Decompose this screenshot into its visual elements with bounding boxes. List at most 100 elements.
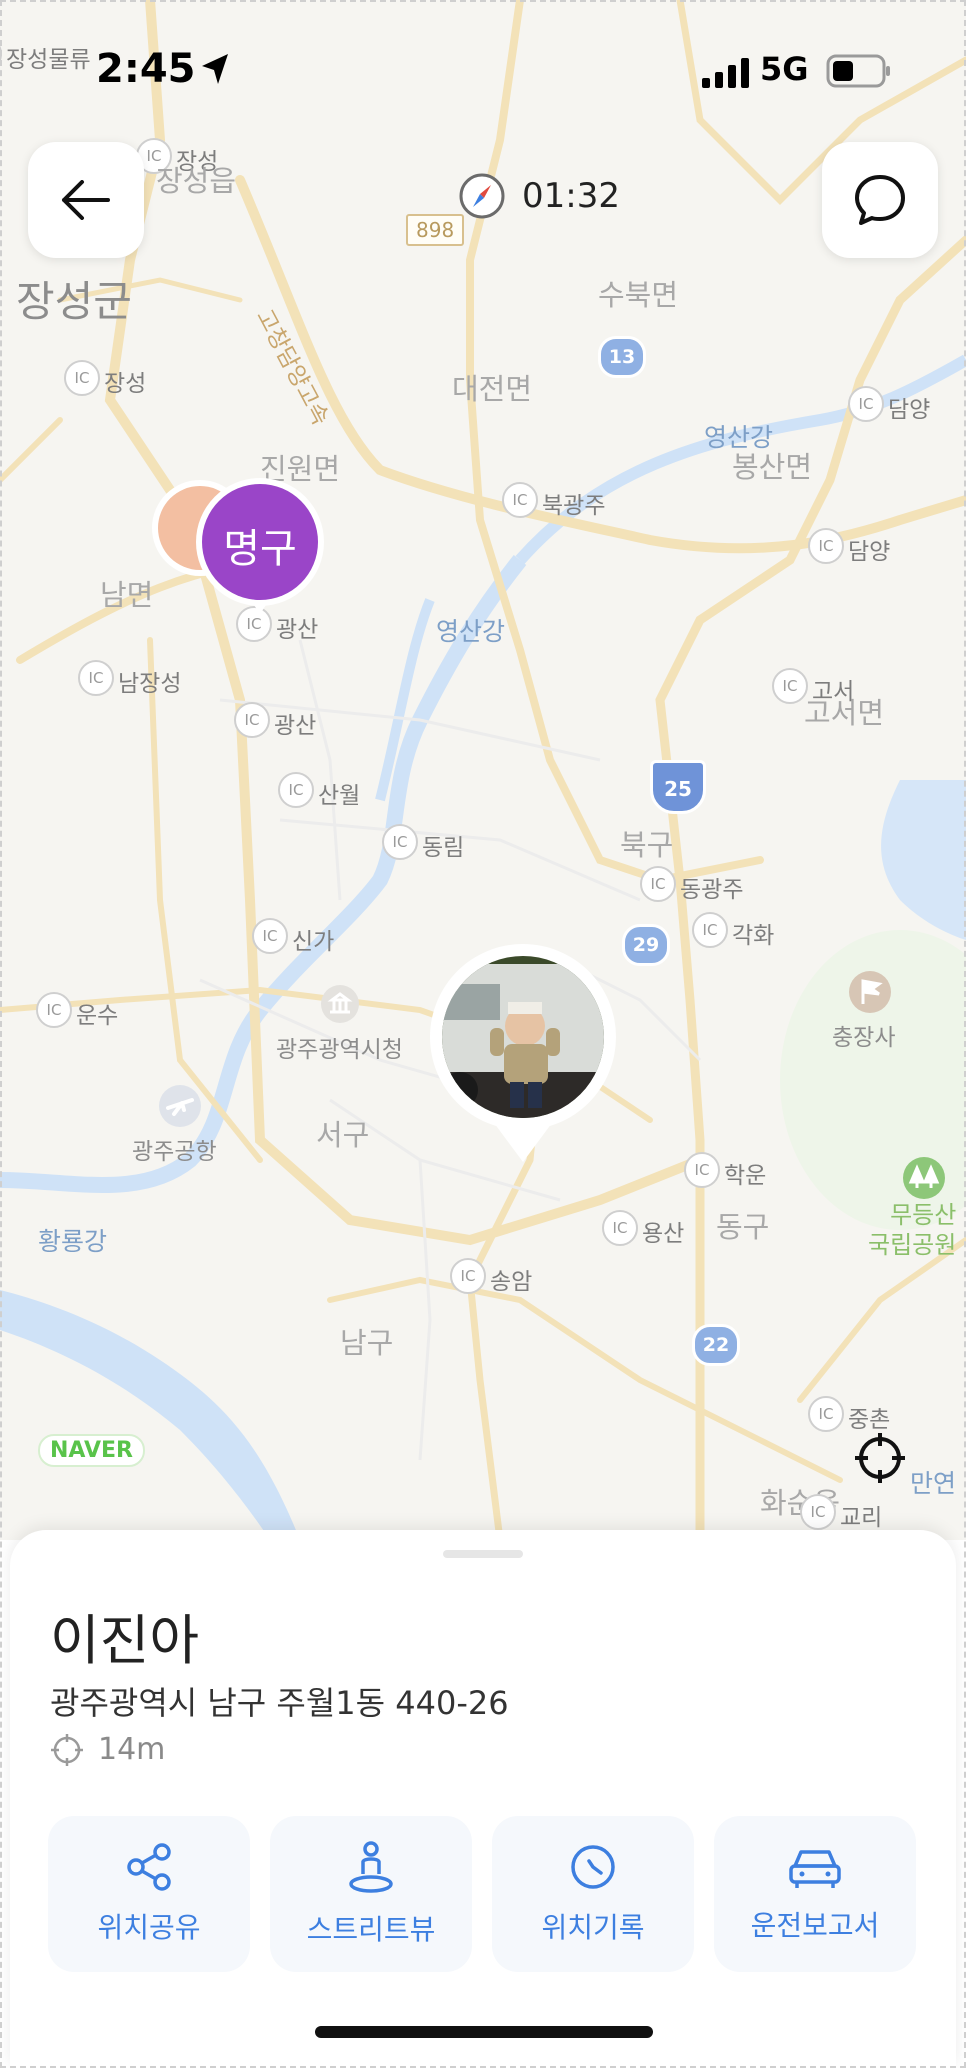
action-buttons: 위치공유 스트리트뷰 위치기록 운전보고서: [48, 1816, 916, 1972]
highway-badge-29: 29: [622, 924, 670, 966]
map-place-label: 충장사: [832, 1025, 896, 1051]
highway-badge-13: 13: [598, 336, 646, 378]
back-button[interactable]: [28, 142, 144, 258]
map-place-label: 북광주: [542, 493, 606, 519]
map-place-label: 송암: [490, 1269, 533, 1295]
interchange-badge: IC: [640, 866, 676, 902]
highway-badge-22: 22: [692, 1324, 740, 1366]
interchange-badge: IC: [684, 1152, 720, 1188]
status-time: 2:45: [96, 46, 196, 92]
map-place-label: 대전면: [452, 372, 533, 406]
map-place-label: 각화: [732, 923, 775, 949]
battery-icon: [826, 54, 890, 88]
map-place-label: 북구: [620, 828, 674, 862]
interchange-badge: IC: [502, 482, 538, 518]
signal-bars-icon: [702, 58, 749, 88]
map-place-label: 광산: [274, 713, 317, 739]
accuracy-value: 14m: [98, 1732, 166, 1767]
recenter-button[interactable]: [850, 1428, 910, 1488]
person-name: 이진아: [50, 1609, 200, 1672]
map-place-label: 영산강: [436, 617, 506, 646]
map-place-label: 봉산면: [732, 450, 813, 484]
driving-report-button[interactable]: 운전보고서: [714, 1816, 916, 1972]
sheet-drag-handle[interactable]: [443, 1550, 523, 1558]
location-history-button[interactable]: 위치기록: [492, 1816, 694, 1972]
interchange-badge: IC: [692, 912, 728, 948]
interchange-badge: IC: [808, 528, 844, 564]
timer-value: 01:32: [522, 176, 620, 216]
map-place-label: 동림: [422, 835, 465, 861]
map-place-label: 수북면: [598, 278, 679, 312]
action-label: 운전보고서: [750, 1909, 880, 1942]
map-place-label: 장성읍: [156, 164, 237, 198]
status-bar: 2:45 5G: [0, 0, 966, 130]
share-icon: [127, 1843, 171, 1891]
interstate-shield-25: 25: [650, 760, 706, 814]
member-marker-label: 명구: [223, 526, 297, 572]
map-place-label: 만연: [910, 1469, 957, 1498]
route-number-box: 898: [406, 214, 465, 246]
park-label: 무등산 국립공원: [868, 1201, 957, 1259]
location-arrow-icon: [202, 54, 228, 84]
map-place-label: 동구: [716, 1210, 770, 1244]
selected-person-marker[interactable]: [430, 944, 616, 1166]
shrine-flag-icon: [849, 971, 891, 1013]
map-place-label: 광주공항: [132, 1139, 217, 1165]
map-place-label: 산월: [318, 783, 361, 809]
interchange-badge: IC: [772, 668, 808, 704]
person-address: 광주광역시 남구 주월1동 440-26: [50, 1684, 509, 1722]
interchange-badge: IC: [234, 702, 270, 738]
arrow-left-icon: [62, 180, 110, 220]
map-place-label: 장성: [104, 371, 147, 397]
map-place-label: 담양: [848, 539, 891, 565]
map-place-label: 동광주: [680, 877, 744, 903]
chat-button[interactable]: [822, 142, 938, 258]
map-place-label: 고서면: [804, 696, 885, 730]
map-place-label: 남구: [340, 1326, 394, 1360]
airport-icon: [159, 1085, 201, 1127]
map-place-label: 운수: [76, 1003, 119, 1029]
interchange-badge: IC: [252, 918, 288, 954]
gps-accuracy-icon: [51, 1733, 83, 1766]
interchange-badge: IC: [808, 1396, 844, 1432]
interchange-badge: IC: [450, 1258, 486, 1294]
street-view-icon: [349, 1841, 393, 1893]
member-marker-myunggu[interactable]: 명구: [196, 478, 324, 618]
action-label: 스트리트뷰: [306, 1913, 436, 1946]
interchange-badge: IC: [848, 386, 884, 422]
action-label: 위치공유: [97, 1911, 201, 1944]
map-place-label: 교리: [840, 1505, 883, 1531]
interchange-badge: IC: [64, 360, 100, 396]
interchange-badge: IC: [602, 1210, 638, 1246]
person-detail-sheet[interactable]: 이진아 광주광역시 남구 주월1동 440-26 14m 위치공유 스트리트뷰: [10, 1530, 956, 2068]
interchange-badge: IC: [36, 992, 72, 1028]
map-place-label: 광주광역시청: [276, 1037, 403, 1063]
interchange-badge: IC: [800, 1494, 836, 1530]
map-place-label: 신가: [292, 929, 335, 955]
interchange-badge: IC: [78, 660, 114, 696]
street-view-button[interactable]: 스트리트뷰: [270, 1816, 472, 1972]
share-location-button[interactable]: 위치공유: [48, 1816, 250, 1972]
park-tree-icon: [903, 1157, 945, 1199]
interchange-badge: IC: [278, 772, 314, 808]
history-icon: [571, 1845, 615, 1889]
map-place-label: 용산: [642, 1221, 685, 1247]
map-place-label: 황룡강: [38, 1227, 108, 1256]
accuracy-row: 14m: [50, 1732, 165, 1767]
person-photo-avatar: [430, 944, 616, 1162]
action-label: 위치기록: [541, 1911, 645, 1944]
network-type: 5G: [760, 50, 809, 88]
chat-bubble-icon: [855, 175, 905, 225]
map-place-label: 담양: [888, 397, 931, 423]
map-place-label: 남면: [100, 578, 154, 612]
compass-icon: [459, 173, 505, 219]
car-icon: [789, 1850, 841, 1888]
home-indicator[interactable]: [315, 2026, 653, 2038]
naver-attribution: NAVER: [38, 1434, 145, 1467]
city-hall-icon: [321, 985, 359, 1023]
map-place-label: 학운: [724, 1163, 767, 1189]
elapsed-timer: 01:32: [458, 172, 620, 220]
map-place-label: 장성군: [16, 277, 132, 326]
map-place-label: 남장성: [118, 671, 182, 697]
crosshair-icon: [855, 1433, 905, 1483]
